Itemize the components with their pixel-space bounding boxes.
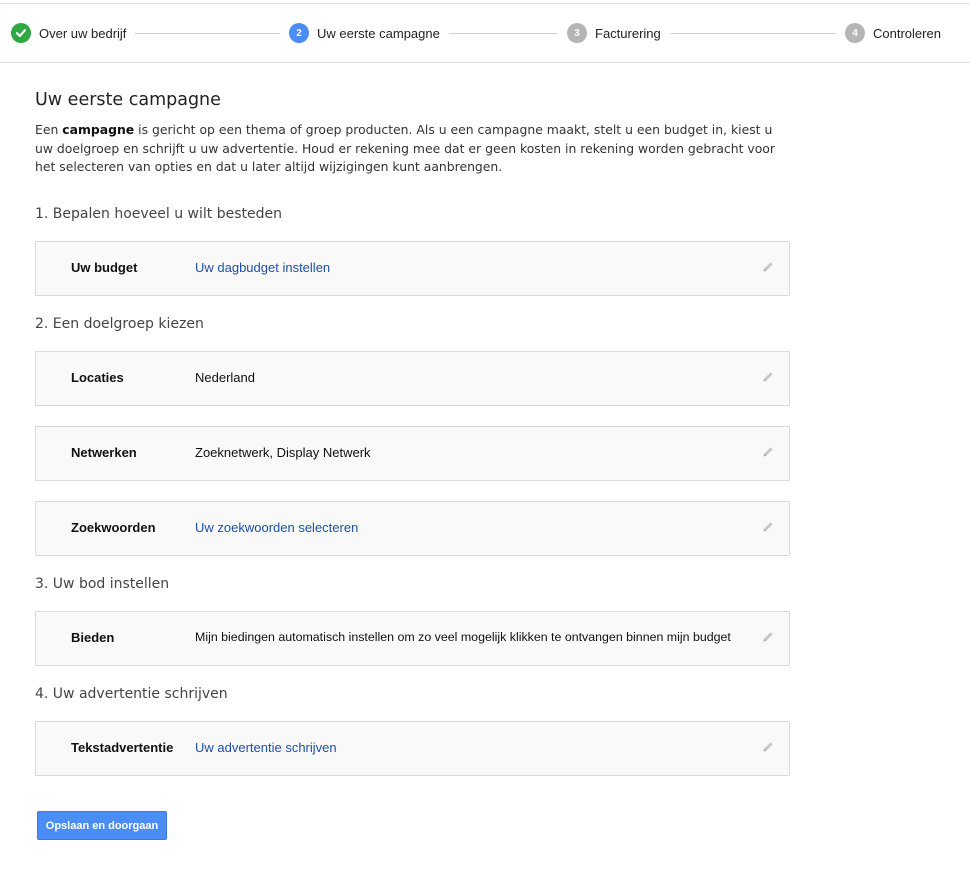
pencil-icon[interactable] (761, 520, 775, 534)
page-title: Uw eerste campagne (35, 90, 221, 110)
pencil-icon[interactable] (761, 445, 775, 459)
pencil-icon[interactable] (761, 630, 775, 644)
set-daily-budget-link[interactable]: Uw dagbudget instellen (195, 260, 330, 275)
pencil-icon[interactable] (761, 370, 775, 384)
progress-stepper: Over uw bedrijf 2 Uw eerste campagne 3 F… (0, 4, 970, 63)
step-connector (670, 33, 836, 34)
step-label: Uw eerste campagne (317, 25, 440, 41)
section-heading-audience: 2. Een doelgroep kiezen (35, 316, 204, 332)
checkmark-icon (11, 23, 31, 43)
row-label: Bieden (71, 630, 115, 645)
step-over-uw-bedrijf[interactable]: Over uw bedrijf (11, 23, 126, 43)
step-number-badge: 3 (567, 23, 587, 43)
row-label: Tekstadvertentie (71, 740, 174, 755)
row-label: Uw budget (71, 260, 138, 275)
step-label: Controleren (873, 25, 941, 41)
section-heading-ad: 4. Uw advertentie schrijven (35, 686, 228, 702)
step-uw-eerste-campagne[interactable]: 2 Uw eerste campagne (289, 23, 440, 43)
locations-row[interactable]: Locaties Nederland (35, 351, 790, 406)
intro-bold-term: campagne (62, 122, 135, 137)
step-label: Facturering (595, 25, 661, 41)
step-number-badge: 2 (289, 23, 309, 43)
networks-row[interactable]: Netwerken Zoeknetwerk, Display Netwerk (35, 426, 790, 481)
step-connector (449, 33, 557, 34)
keywords-row[interactable]: Zoekwoorden Uw zoekwoorden selecteren (35, 501, 790, 556)
row-label: Zoekwoorden (71, 520, 156, 535)
step-number-badge: 4 (845, 23, 865, 43)
step-controleren[interactable]: 4 Controleren (845, 23, 941, 43)
row-value: Zoeknetwerk, Display Netwerk (195, 445, 371, 460)
budget-row[interactable]: Uw budget Uw dagbudget instellen (35, 241, 790, 296)
step-facturering[interactable]: 3 Facturering (567, 23, 661, 43)
intro-text: Een campagne is gericht op een thema of … (35, 122, 775, 174)
pencil-icon[interactable] (761, 740, 775, 754)
row-value: Mijn biedingen automatisch instellen om … (195, 630, 731, 644)
save-and-continue-button[interactable]: Opslaan en doorgaan (37, 811, 167, 840)
bidding-row[interactable]: Bieden Mijn biedingen automatisch instel… (35, 611, 790, 666)
pencil-icon[interactable] (761, 260, 775, 274)
step-label: Over uw bedrijf (39, 25, 127, 41)
write-ad-link[interactable]: Uw advertentie schrijven (195, 740, 337, 755)
row-value: Nederland (195, 370, 255, 385)
section-heading-budget: 1. Bepalen hoeveel u wilt besteden (35, 206, 282, 222)
select-keywords-link[interactable]: Uw zoekwoorden selecteren (195, 520, 358, 535)
text-ad-row[interactable]: Tekstadvertentie Uw advertentie schrijve… (35, 721, 790, 776)
section-heading-bid: 3. Uw bod instellen (35, 576, 170, 592)
step-connector (135, 33, 280, 34)
row-label: Netwerken (71, 445, 137, 460)
row-label: Locaties (71, 370, 124, 385)
